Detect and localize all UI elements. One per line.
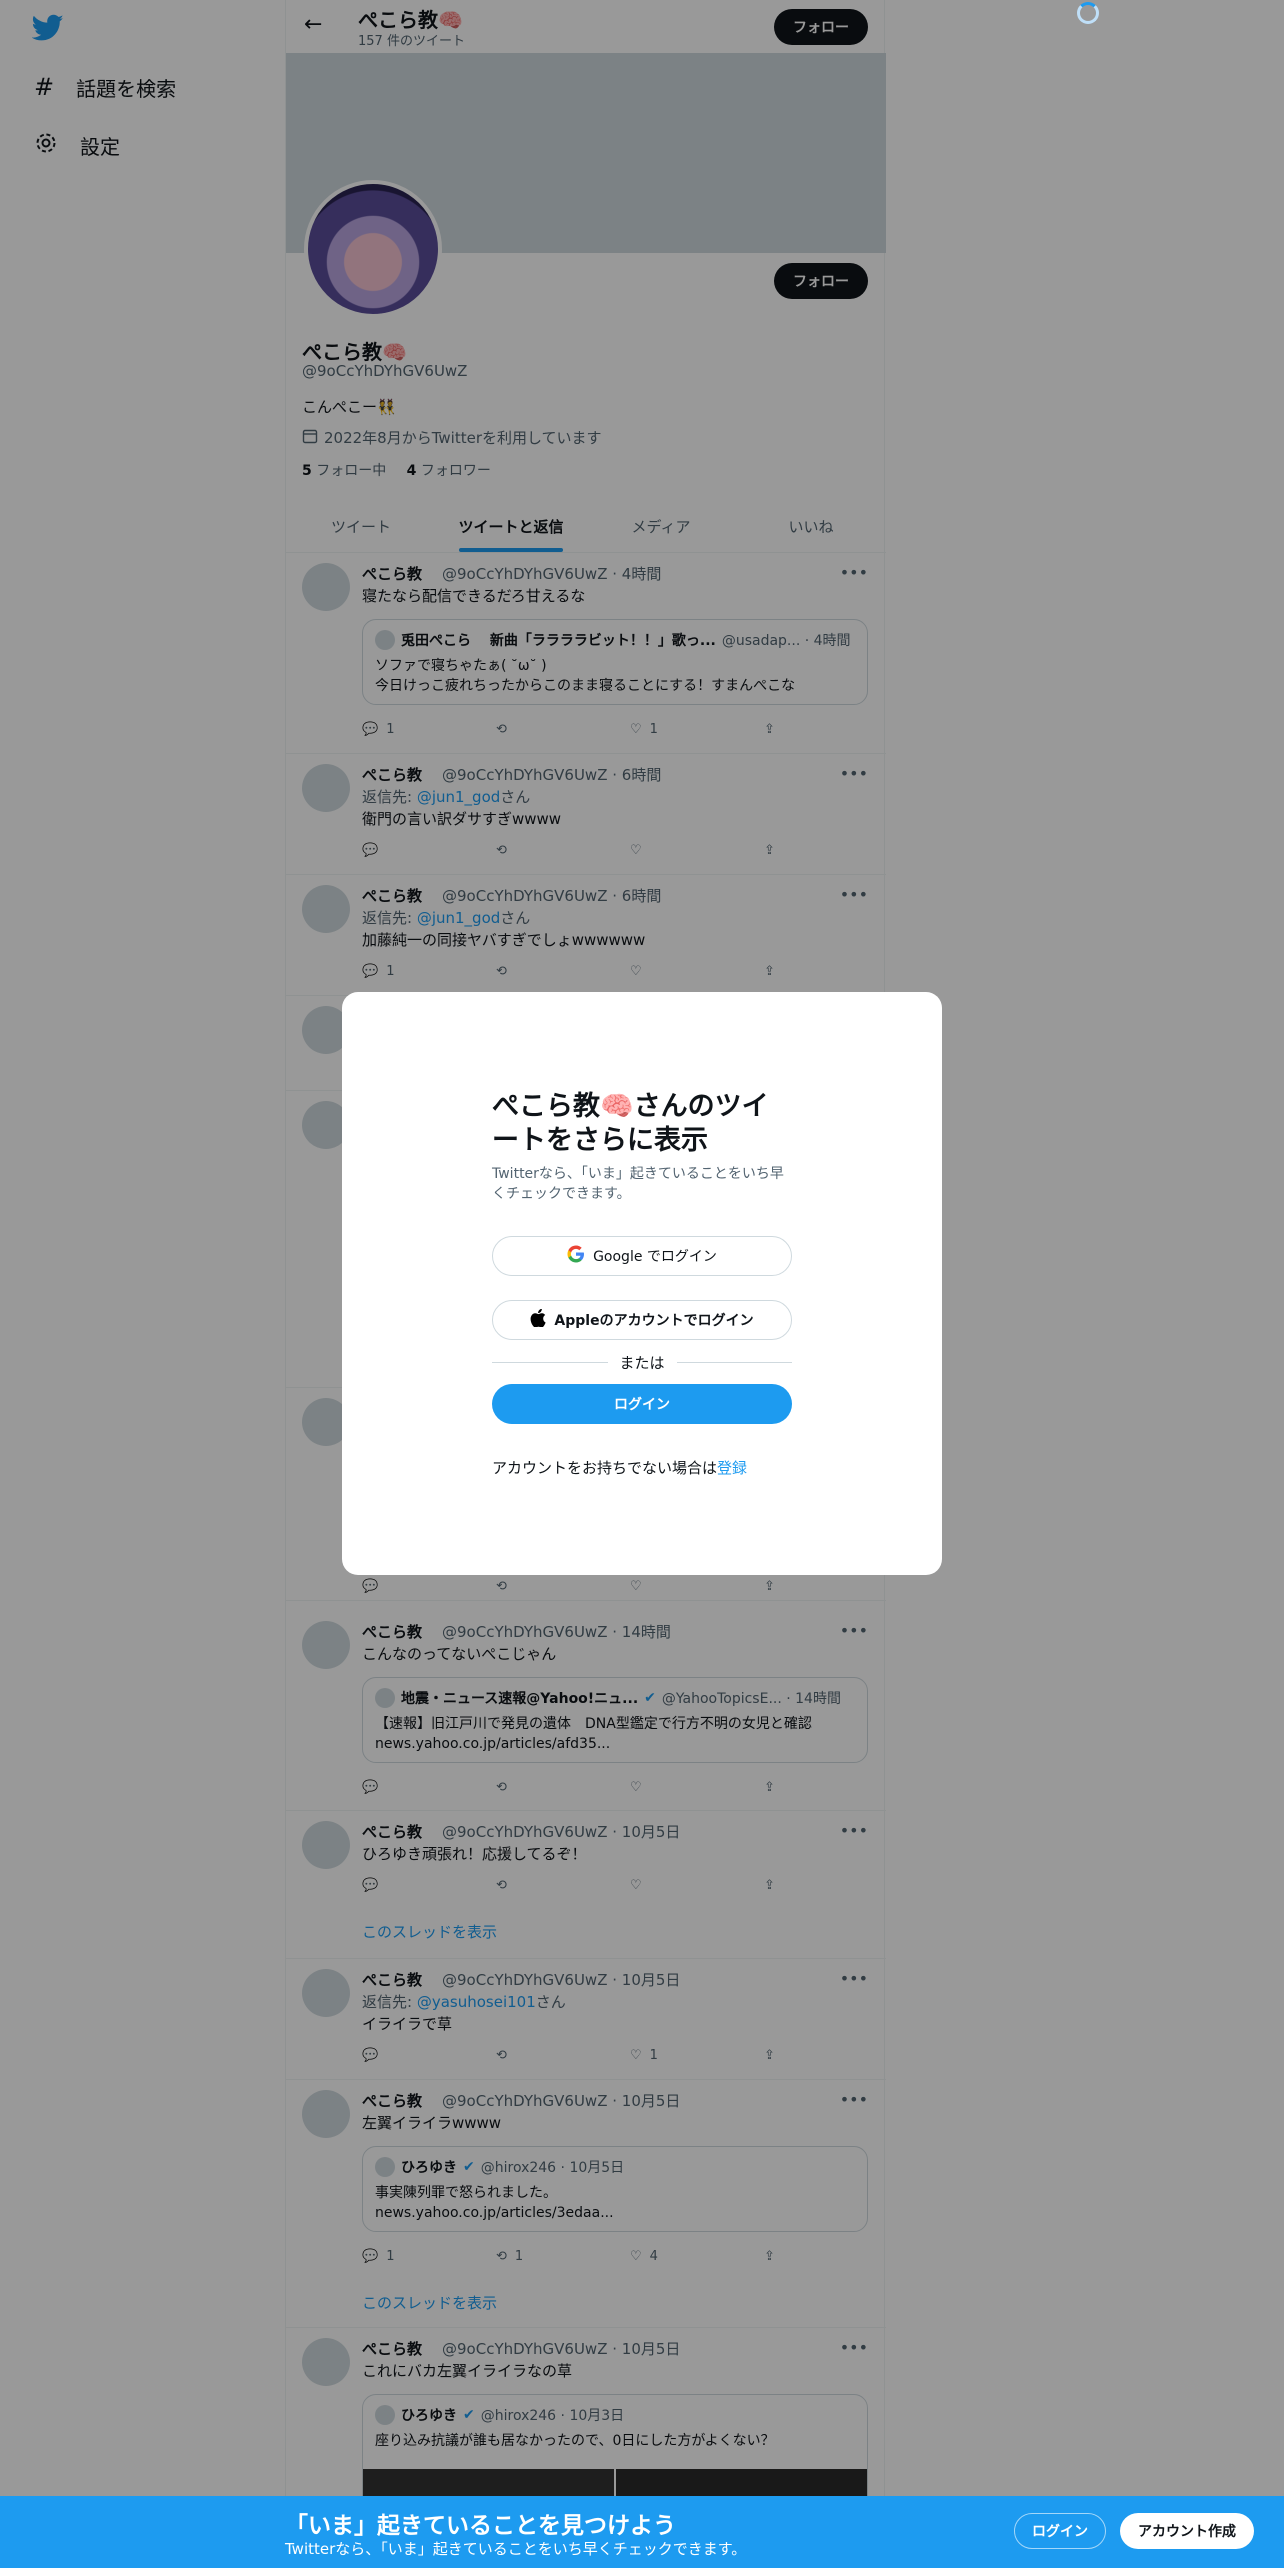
bottom-signup-bar: 「いま」起きていることを見つけよう Twitterなら、「いま」起きていることを… (0, 2496, 1284, 2568)
modal-subtitle: Twitterなら、「いま」起きていることをいち早くチェックできます。 (492, 1166, 784, 1202)
signup-prefix: アカウントをお持ちでない場合は (492, 1459, 718, 1477)
signup-link[interactable]: 登録 (717, 1459, 747, 1477)
modal-title: ぺこら教🧠さんのツイートをさらに表示 (492, 1091, 769, 1156)
bottom-bar-subtitle: Twitterなら、「いま」起きていることをいち早くチェックできます。 (285, 2540, 747, 2558)
apple-login-label: Appleのアカウントでログイン (554, 1313, 754, 1329)
or-label: または (619, 1354, 665, 1372)
bottom-login-button[interactable]: ログイン (1014, 2513, 1106, 2549)
apple-login-button[interactable]: Appleのアカウントでログイン (492, 1300, 792, 1340)
google-icon (567, 1245, 585, 1267)
loading-spinner-icon (1077, 2, 1099, 24)
google-login-label: Google でログイン (593, 1249, 717, 1265)
bottom-signup-button[interactable]: アカウント作成 (1120, 2513, 1254, 2549)
bottom-bar-title: 「いま」起きていることを見つけよう (285, 2513, 676, 2539)
or-divider: または (492, 1352, 793, 1373)
signup-prompt: アカウントをお持ちでない場合は登録 (492, 1457, 747, 1478)
login-prompt-modal: ぺこら教🧠さんのツイートをさらに表示 Twitterなら、「いま」起きていること… (342, 992, 942, 1575)
google-login-button[interactable]: Google でログイン (492, 1236, 792, 1276)
modal-login-button[interactable]: ログイン (492, 1384, 792, 1424)
apple-icon (530, 1308, 547, 1331)
